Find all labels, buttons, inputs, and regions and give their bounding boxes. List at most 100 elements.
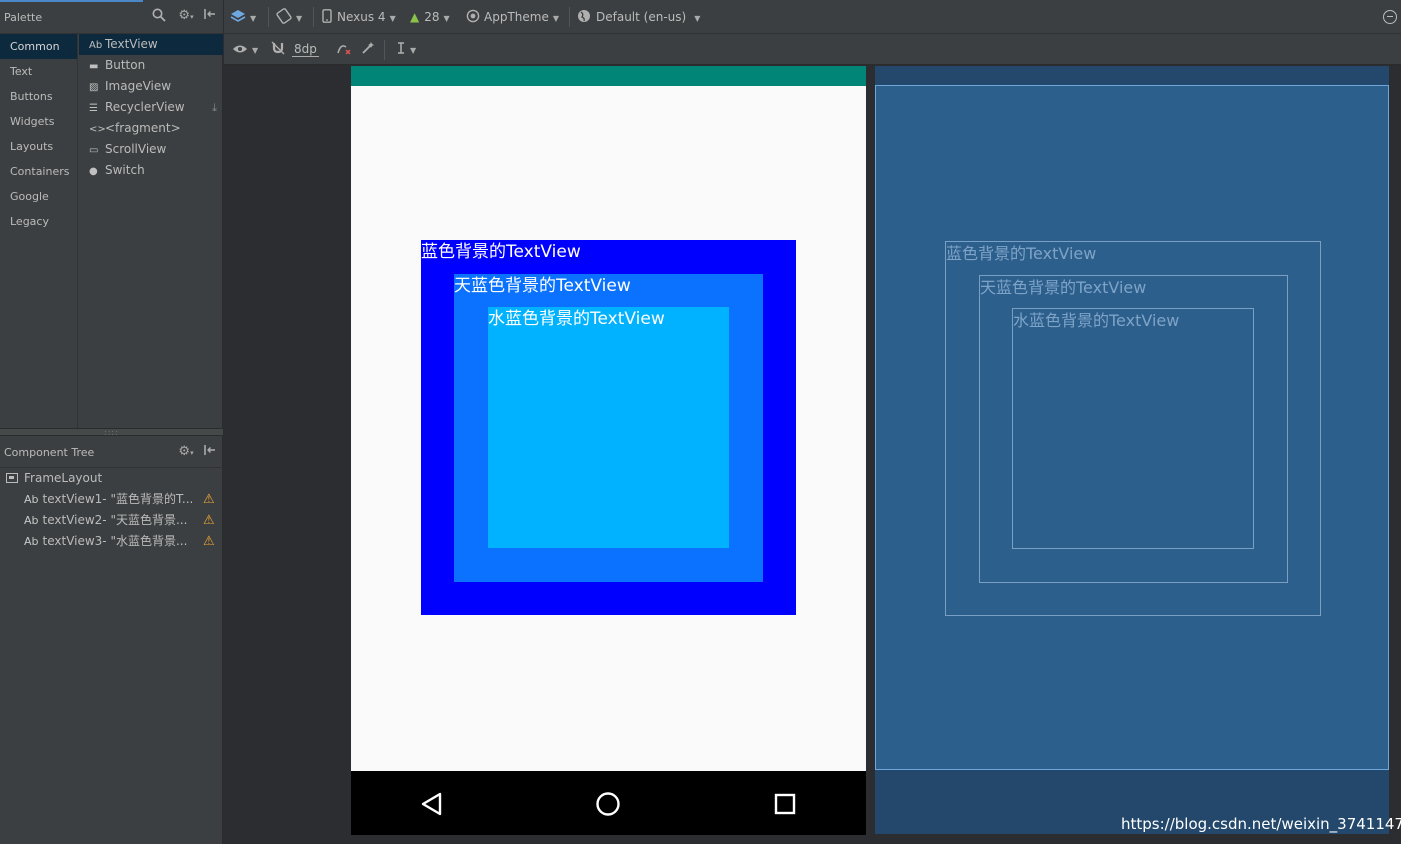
tree-item-label: textView3- "水蓝色背景... — [42, 534, 188, 548]
toolbar-divider — [313, 7, 314, 27]
textview-water-blue[interactable]: 水蓝色背景的TextView — [488, 307, 729, 548]
switch-icon: ● — [89, 166, 98, 177]
widget-scrollview[interactable]: ▭ ScrollView — [79, 139, 223, 160]
tree-item-framelayout[interactable]: FrameLayout — [0, 468, 223, 489]
tree-item-label: textView2- "天蓝色背景... — [42, 513, 188, 527]
design-canvas: 蓝色背景的TextView 天蓝色背景的TextView 水蓝色背景的TextV… — [224, 66, 1401, 844]
margin-label: 8dp — [292, 42, 319, 57]
category-buttons[interactable]: Buttons — [0, 84, 77, 109]
palette-widgets: Ab TextView ▬ Button ▨ ImageView ☰ RecyclerV… — [79, 34, 223, 428]
eye-icon — [232, 42, 248, 56]
widget-label: RecyclerView — [105, 100, 185, 114]
blueprint-screen[interactable]: 蓝色背景的TextView 天蓝色背景的TextView 水蓝色背景的TextV… — [875, 85, 1389, 770]
palette-header-accent — [0, 0, 143, 2]
android-icon: ▲ — [410, 10, 420, 24]
chevron-down-icon: ▼ — [296, 14, 303, 23]
code-icon: <> — [89, 124, 106, 135]
widget-label: TextView — [105, 37, 158, 51]
clear-constraints-button[interactable] — [336, 34, 352, 65]
chevron-down-icon: ▼ — [389, 14, 396, 23]
palette-categories: Common Text Buttons Widgets Layouts Cont… — [0, 34, 78, 428]
magnet-off-icon — [271, 41, 285, 56]
orientation-dropdown[interactable]: ▼ — [276, 0, 302, 34]
device-dropdown[interactable]: Nexus 4 ▼ — [322, 0, 396, 34]
autoconnect-toggle[interactable] — [271, 34, 285, 65]
theme-dropdown[interactable]: AppTheme ▼ — [466, 0, 559, 34]
theme-icon — [466, 9, 484, 24]
category-google[interactable]: Google — [0, 184, 77, 209]
widget-recyclerview[interactable]: ☰ RecyclerView ⤓ — [79, 97, 223, 118]
category-legacy[interactable]: Legacy — [0, 209, 77, 234]
download-icon[interactable]: ⤓ — [212, 97, 217, 118]
widget-imageview[interactable]: ▨ ImageView — [79, 76, 223, 97]
watermark: https://blog.csdn.net/weixin_37411471 — [1121, 815, 1401, 833]
globe-icon — [577, 10, 596, 24]
view-options-dropdown[interactable]: ▼ — [232, 34, 258, 65]
hide-panel-icon[interactable] — [202, 444, 218, 460]
tree-item-textview2[interactable]: Ab textView2- "天蓝色背景... ⚠ — [0, 510, 223, 531]
api-level-dropdown[interactable]: ▲ 28 ▼ — [410, 0, 450, 34]
chevron-down-icon: ▼ — [250, 14, 257, 23]
search-icon[interactable] — [151, 8, 167, 24]
home-icon[interactable] — [595, 791, 621, 817]
status-bar — [351, 66, 866, 86]
widget-textview[interactable]: Ab TextView — [79, 34, 223, 55]
category-text[interactable]: Text — [0, 59, 77, 84]
palette-title: Palette — [4, 11, 43, 24]
device-label: Nexus 4 — [337, 10, 386, 24]
blueprint-textview-water-blue[interactable]: 水蓝色背景的TextView — [1012, 308, 1254, 549]
back-icon[interactable] — [419, 791, 445, 817]
image-icon: ▨ — [89, 82, 99, 93]
warning-icon[interactable]: ⚠ — [203, 531, 215, 552]
widget-switch[interactable]: ● Switch — [79, 160, 223, 181]
tree-item-textview1[interactable]: Ab textView1- "蓝色背景的T... ⚠ — [0, 489, 223, 510]
tree-item-label: FrameLayout — [24, 471, 103, 485]
api-level-label: 28 — [424, 10, 440, 24]
category-containers[interactable]: Containers — [0, 159, 77, 184]
hide-panel-icon[interactable] — [202, 8, 218, 24]
clear-constraints-icon — [336, 42, 352, 56]
chevron-down-icon: ▼ — [410, 46, 417, 55]
chevron-down-icon: ▼ — [252, 46, 259, 55]
collapse-icon[interactable] — [1383, 10, 1397, 24]
list-icon: ☰ — [89, 103, 98, 114]
layers-icon — [230, 10, 246, 24]
default-margin-dropdown[interactable]: 8dp — [292, 34, 319, 65]
widget-fragment[interactable]: <><fragment> — [79, 118, 223, 139]
design-preview: 蓝色背景的TextView 天蓝色背景的TextView 水蓝色背景的TextV… — [351, 66, 866, 835]
guidelines-dropdown[interactable]: ▼ — [396, 34, 416, 65]
textview-icon: Ab — [24, 493, 39, 506]
component-tree: FrameLayout Ab textView1- "蓝色背景的T... ⚠ Ab… — [0, 468, 223, 552]
theme-label: AppTheme — [484, 10, 549, 24]
gear-icon[interactable]: ⚙▾ — [175, 8, 197, 24]
warning-icon[interactable]: ⚠ — [203, 489, 215, 510]
locale-dropdown[interactable]: Default (en-us) ▼ — [577, 0, 700, 34]
panel-splitter[interactable]: :::: — [0, 428, 223, 437]
textview-icon: Ab — [24, 514, 39, 527]
widget-label: Switch — [105, 163, 145, 177]
infer-constraints-button[interactable] — [361, 34, 375, 65]
category-common[interactable]: Common — [0, 34, 77, 59]
gear-icon[interactable]: ⚙▾ — [175, 444, 197, 460]
widget-label: ScrollView — [105, 142, 167, 156]
text-baseline-icon — [396, 42, 406, 56]
warning-icon[interactable]: ⚠ — [203, 510, 215, 531]
recents-icon[interactable] — [772, 791, 798, 817]
textview-icon: Ab — [24, 535, 39, 548]
category-widgets[interactable]: Widgets — [0, 109, 77, 134]
category-layouts[interactable]: Layouts — [0, 134, 77, 159]
left-panel: Palette ⚙▾ Common Text Buttons Widgets L… — [0, 0, 223, 844]
locale-label: Default (en-us) — [596, 10, 687, 24]
component-tree-title: Component Tree — [4, 446, 95, 459]
widget-button[interactable]: ▬ Button — [79, 55, 223, 76]
tree-item-textview3[interactable]: Ab textView3- "水蓝色背景... ⚠ — [0, 531, 223, 552]
chevron-down-icon: ▼ — [552, 14, 559, 23]
navigation-bar — [351, 771, 866, 835]
toolbar-divider — [384, 40, 385, 60]
magic-wand-icon — [361, 42, 375, 56]
framelayout-icon — [6, 473, 18, 483]
phone-screen[interactable]: 蓝色背景的TextView 天蓝色背景的TextView 水蓝色背景的TextV… — [351, 86, 866, 771]
layers-dropdown[interactable]: ▼ — [230, 0, 256, 34]
layout-toolbar: ▼ 8dp ▼ — [224, 34, 1401, 65]
toolbar-divider — [268, 7, 269, 27]
